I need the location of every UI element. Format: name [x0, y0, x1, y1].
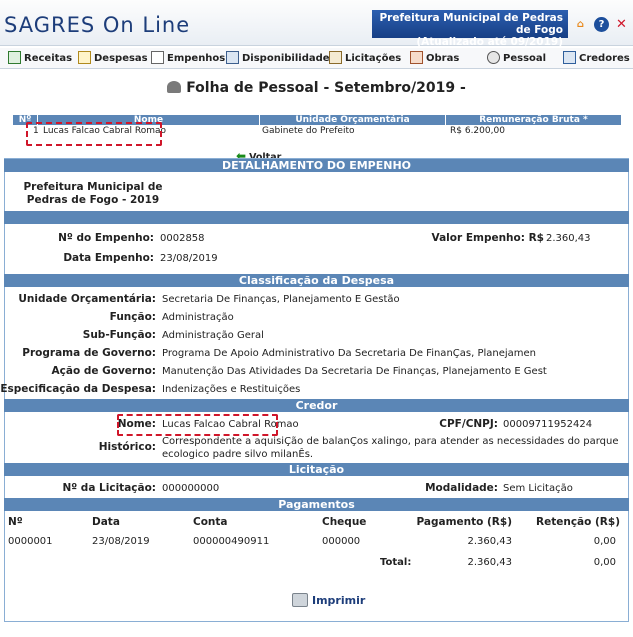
prefeitura-banner: Prefeitura Municipal de Pedras de Fogo (… — [372, 10, 568, 48]
data-empenho-label: Data Empenho: — [63, 252, 154, 264]
credor-header: Credor — [4, 399, 629, 412]
pag-cheque: 000000 — [322, 536, 361, 547]
org-name: Prefeitura Municipal de Pedras de Fogo -… — [18, 181, 168, 207]
spreadsheet-icon — [8, 51, 21, 64]
historico-line-1: Correspondente a aquisiÇão de balanÇos x… — [162, 436, 619, 447]
help-icon[interactable]: ? — [594, 17, 609, 32]
modalidade-value: Sem Licitação — [503, 483, 573, 494]
app-logo: SAGRES On Line — [4, 13, 191, 37]
data-empenho-value: 23/08/2019 — [160, 253, 218, 264]
detalhamento-header: DETALHAMENTO DO EMPENHO — [4, 159, 629, 172]
funcao-value: Administração — [162, 312, 234, 323]
home-icon[interactable]: ⌂ — [573, 17, 588, 32]
pag-pagamento: 2.360,43 — [467, 536, 512, 547]
num-licitacao-value: 000000000 — [162, 483, 220, 494]
pag-col-pagamento: Pagamento (R$) — [416, 516, 512, 528]
subfuncao-value: Administração Geral — [162, 330, 264, 341]
pag-col-num: Nº — [8, 516, 23, 528]
especificacao-label: Especificação da Despesa: — [0, 383, 156, 395]
org-line-2: Pedras de Fogo - 2019 — [26, 194, 160, 206]
imprimir-label: Imprimir — [312, 594, 366, 607]
menu-despesas[interactable]: Despesas — [78, 51, 148, 67]
historico-label: Histórico: — [98, 441, 156, 453]
pagamentos-header: Pagamentos — [4, 498, 629, 511]
especificacao-value: Indenizações e Restituições — [162, 384, 301, 395]
acao-value: Manutenção Das Atividades Da Secretaria … — [162, 366, 547, 377]
pag-col-data: Data — [92, 516, 120, 528]
col-header-unidade: Unidade Orçamentária — [260, 115, 445, 125]
org-line-1: Prefeitura Municipal de — [23, 181, 163, 193]
total-pagamento: 2.360,43 — [467, 557, 512, 568]
pag-col-retencao: Retenção (R$) — [536, 516, 620, 528]
close-icon[interactable]: ✕ — [614, 17, 629, 32]
people-icon — [487, 51, 500, 64]
menu-receitas-label: Receitas — [24, 53, 73, 64]
menu-credores-label: Credores — [579, 53, 630, 64]
subfuncao-label: Sub-Função: — [82, 329, 156, 341]
menu-receitas[interactable]: Receitas — [8, 51, 72, 67]
menu-pessoal[interactable]: Pessoal — [487, 51, 546, 67]
top-header: SAGRES On Line Prefeitura Municipal de P… — [0, 0, 633, 48]
classificacao-header: Classificação da Despesa — [4, 274, 629, 287]
col-header-remuneracao: Remuneração Bruta * — [446, 115, 621, 125]
historico-line-2: ecologico padre silvo milanÊs. — [162, 449, 314, 460]
acao-label: Ação de Governo: — [51, 365, 156, 377]
pag-conta: 000000490911 — [193, 536, 270, 547]
menu-licitacoes-label: Licitações — [345, 53, 402, 64]
clipboard-icon — [329, 51, 342, 64]
divider-band — [4, 211, 629, 224]
cpf-label: CPF/CNPJ: — [439, 418, 498, 430]
menu-empenhos-label: Empenhos — [167, 53, 226, 64]
historico-value: Correspondente a aquisiÇão de balanÇos x… — [162, 435, 625, 461]
highlight-box — [117, 414, 278, 436]
menu-credores[interactable]: Credores — [563, 51, 630, 67]
printer-icon — [292, 593, 308, 607]
funcao-label: Função: — [109, 311, 156, 323]
pag-col-cheque: Cheque — [322, 516, 367, 528]
menu-obras-label: Obras — [426, 53, 460, 64]
num-empenho-value: 0002858 — [160, 233, 205, 244]
page-title-text: Folha de Pessoal - Setembro/2019 - — [186, 80, 466, 96]
creditor-icon — [563, 51, 576, 64]
modalidade-label: Modalidade: — [425, 482, 498, 494]
main-menu: Receitas Despesas Empenhos Disponibilida… — [0, 48, 633, 69]
pag-col-conta: Conta — [193, 516, 228, 528]
menu-despesas-label: Despesas — [94, 53, 148, 64]
menu-empenhos[interactable]: Empenhos — [151, 51, 225, 67]
menu-pessoal-label: Pessoal — [503, 53, 547, 64]
document-icon — [78, 51, 91, 64]
menu-obras[interactable]: Obras — [410, 51, 459, 67]
num-empenho-label: Nº do Empenho: — [58, 232, 154, 244]
total-retencao: 0,00 — [593, 557, 616, 568]
licitacao-header: Licitação — [4, 463, 629, 476]
menu-disponibilidades[interactable]: Disponibilidades — [226, 51, 336, 67]
calculator-icon — [226, 51, 239, 64]
valor-empenho-label: Valor Empenho: R$ — [431, 232, 544, 244]
menu-disponibilidades-label: Disponibilidades — [242, 53, 336, 64]
page-title: Folha de Pessoal - Setembro/2019 - — [0, 80, 633, 96]
num-licitacao-label: Nº da Licitação: — [62, 482, 156, 494]
prefeitura-name: Prefeitura Municipal de Pedras de Fogo — [379, 12, 563, 36]
highlight-box — [26, 122, 162, 146]
programa-value: Programa De Apoio Administrativo Da Secr… — [162, 348, 537, 359]
pag-retencao: 0,00 — [593, 536, 616, 547]
menu-licitacoes[interactable]: Licitações — [329, 51, 401, 67]
valor-empenho-value: 2.360,43 — [546, 233, 591, 244]
unidade-label: Unidade Orçamentária: — [18, 293, 156, 305]
row-remuneracao: R$ 6.200,00 — [450, 126, 505, 136]
pen-document-icon — [151, 51, 164, 64]
row-unidade: Gabinete do Prefeito — [262, 126, 355, 136]
people-icon — [167, 81, 182, 93]
updated-note: (Atualizado até 09/2019) — [416, 36, 563, 48]
tools-icon — [410, 51, 423, 64]
pag-num: 0000001 — [8, 536, 53, 547]
programa-label: Programa de Governo: — [22, 347, 156, 359]
cpf-value: 00009711952424 — [503, 419, 593, 430]
imprimir-button[interactable]: Imprimir — [292, 593, 365, 607]
pag-data: 23/08/2019 — [92, 536, 150, 547]
unidade-value: Secretaria De Finanças, Planejamento E G… — [162, 294, 400, 305]
